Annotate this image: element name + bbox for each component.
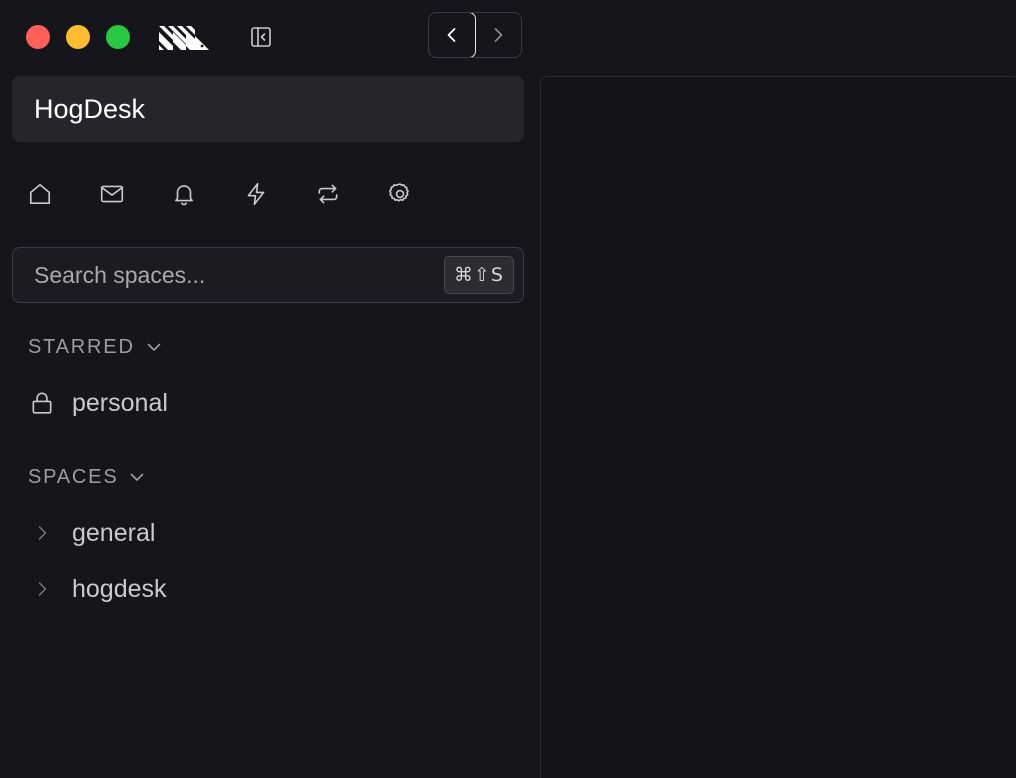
- settings-button[interactable]: [386, 180, 414, 208]
- spaces-section-header[interactable]: SPACES: [28, 465, 146, 489]
- list-item-label: general: [72, 518, 156, 547]
- chevron-right-icon: [38, 582, 47, 596]
- home-icon: [29, 183, 51, 205]
- activity-button[interactable]: [242, 180, 270, 208]
- history-navigation: [428, 12, 522, 58]
- list-item-label: personal: [72, 388, 168, 417]
- starred-section-header[interactable]: STARRED: [28, 335, 163, 359]
- gear-icon: [389, 183, 409, 202]
- starred-header-label: STARRED: [28, 335, 135, 358]
- bell-icon: [175, 185, 193, 206]
- search-spaces-box: ⌘⇧S: [12, 247, 524, 303]
- space-item-hogdesk[interactable]: hogdesk: [28, 572, 167, 606]
- window-minimize-button[interactable]: [66, 25, 90, 49]
- search-shortcut-badge: ⌘⇧S: [444, 256, 514, 294]
- main-content-panel: [540, 76, 1016, 778]
- hogdesk-logo-icon: [159, 26, 209, 50]
- search-input[interactable]: [34, 248, 434, 302]
- home-button[interactable]: [26, 180, 54, 208]
- chevron-right-icon: [38, 526, 47, 540]
- sync-button[interactable]: [314, 180, 342, 208]
- inbox-button[interactable]: [98, 180, 126, 208]
- lock-icon: [32, 392, 52, 414]
- starred-item-personal[interactable]: personal: [28, 386, 168, 420]
- notifications-button[interactable]: [170, 180, 198, 208]
- sidebar-collapse-icon[interactable]: [249, 25, 273, 49]
- spaces-header-label: SPACES: [28, 465, 119, 488]
- repeat-icon: [318, 184, 338, 204]
- chevron-down-icon: [147, 343, 160, 351]
- window-zoom-button[interactable]: [106, 25, 130, 49]
- space-item-general[interactable]: general: [28, 516, 155, 550]
- lightning-icon: [247, 182, 265, 206]
- window-close-button[interactable]: [26, 25, 50, 49]
- workspace-name: HogDesk: [34, 93, 146, 124]
- chevron-down-icon: [131, 473, 144, 481]
- chevron-left-icon: [447, 28, 456, 42]
- inbox-icon: [100, 185, 124, 203]
- workspace-switcher[interactable]: HogDesk: [12, 76, 524, 142]
- app-window: HogDesk Search spaces... ⌘⇧S STARRED per…: [0, 0, 1016, 778]
- back-button[interactable]: [429, 13, 476, 57]
- forward-button[interactable]: [475, 13, 522, 57]
- chevron-right-icon: [494, 28, 503, 42]
- list-item-label: hogdesk: [72, 574, 167, 603]
